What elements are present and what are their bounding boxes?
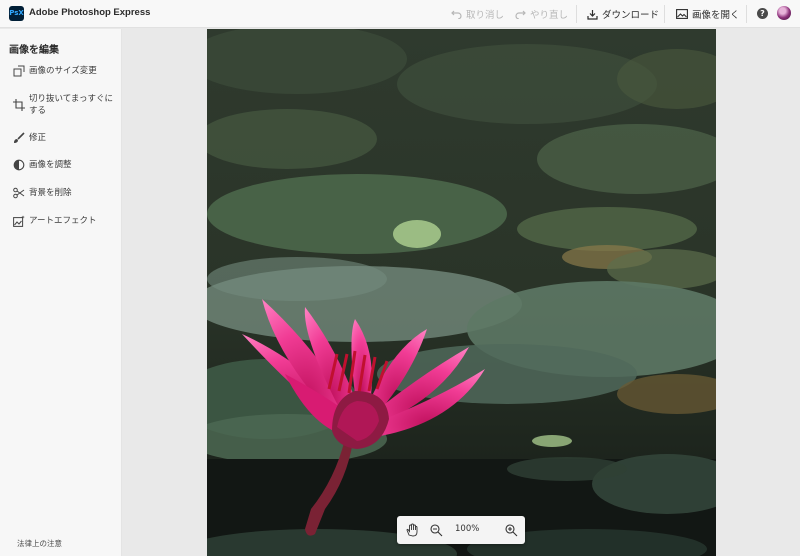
toolbar-divider — [664, 5, 665, 23]
download-icon — [587, 9, 598, 20]
sidebar-item-label: アートエフェクト — [29, 216, 97, 226]
toolbar-divider — [746, 5, 747, 23]
undo-icon — [451, 10, 462, 19]
sidebar-title: 画像を編集 — [9, 45, 59, 56]
redo-button[interactable]: やり直し — [515, 5, 568, 23]
sidebar-item-label: 画像を調整 — [29, 160, 72, 170]
adjust-icon — [13, 159, 25, 171]
sidebar: 画像を編集 画像のサイズ変更 切り抜いてまっすぐにする 修正 画像を調整 背景を… — [0, 29, 122, 556]
sidebar-item-label: 画像のサイズ変更 — [29, 66, 97, 76]
sidebar-item-label: 修正 — [29, 133, 47, 143]
photoshop-express-logo: PsX — [9, 6, 24, 21]
open-image-button[interactable]: 画像を開く — [676, 5, 740, 23]
zoom-toolbar: 100% — [397, 516, 525, 544]
redo-label: やり直し — [530, 10, 569, 21]
resize-icon — [13, 65, 25, 77]
hand-icon[interactable] — [405, 523, 419, 537]
crop-icon — [13, 99, 25, 111]
image-canvas[interactable] — [207, 29, 716, 556]
image-icon — [676, 9, 688, 19]
sidebar-item-label: 切り抜いてまっすぐにする — [29, 94, 113, 116]
redo-icon — [515, 10, 526, 19]
download-label: ダウンロード — [602, 10, 660, 21]
top-bar: PsX Adobe Photoshop Express 取り消し やり直し ダウ… — [0, 0, 800, 28]
zoom-out-icon[interactable] — [429, 523, 443, 537]
scissors-icon — [13, 187, 25, 199]
undo-label: 取り消し — [466, 10, 505, 21]
brush-icon — [14, 132, 25, 143]
zoom-in-icon[interactable] — [504, 523, 518, 537]
app-title: Adobe Photoshop Express — [29, 7, 151, 18]
download-button[interactable]: ダウンロード — [587, 5, 659, 23]
art-effect-icon — [13, 215, 25, 227]
legal-notice-link[interactable]: 法律上の注意 — [17, 538, 62, 549]
toolbar-divider — [576, 5, 577, 23]
help-icon[interactable]: ? — [757, 8, 768, 19]
photo-water-lily — [207, 29, 716, 556]
sidebar-item-label: 背景を削除 — [29, 188, 72, 198]
undo-button[interactable]: 取り消し — [451, 5, 504, 23]
zoom-level: 100% — [455, 524, 480, 534]
avatar[interactable] — [777, 6, 791, 20]
open-image-label: 画像を開く — [692, 10, 740, 21]
